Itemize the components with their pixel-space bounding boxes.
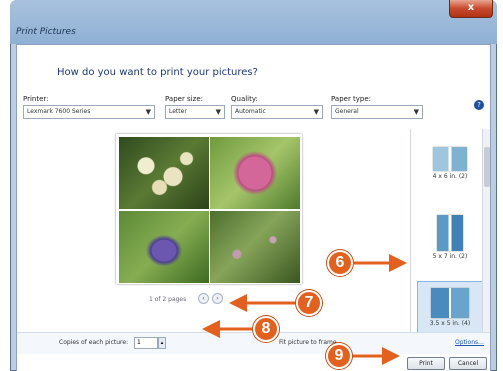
step-9-callout: 9 <box>326 343 352 369</box>
step-6-callout: 6 <box>327 250 353 276</box>
step-7-callout: 7 <box>296 290 322 316</box>
step-8-callout: 8 <box>253 316 279 342</box>
callout-arrows <box>202 254 407 365</box>
